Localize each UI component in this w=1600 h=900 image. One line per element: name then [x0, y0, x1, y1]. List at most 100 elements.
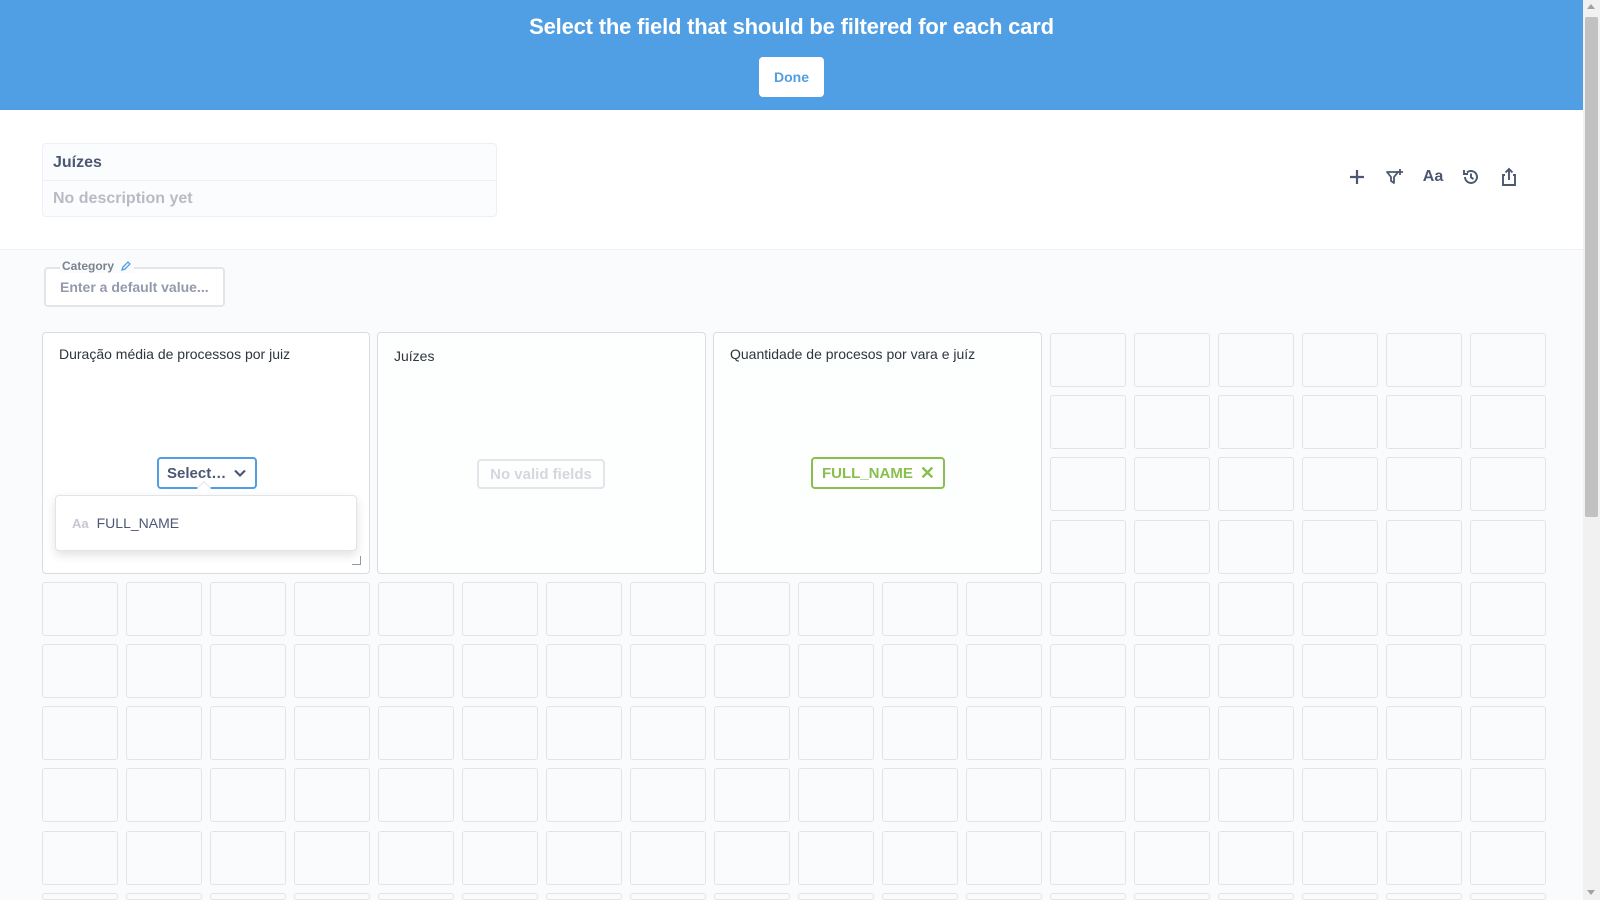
resize-handle[interactable]	[352, 556, 361, 565]
grid-placeholder-cell	[1302, 644, 1378, 698]
grid-placeholder-cell	[1134, 395, 1210, 449]
grid-placeholder-cell	[294, 831, 370, 885]
grid-placeholder-cell	[1134, 706, 1210, 760]
grid-placeholder-cell	[462, 644, 538, 698]
grid-placeholder-cell	[882, 831, 958, 885]
banner-title: Select the field that should be filtered…	[529, 14, 1054, 39]
grid-placeholder-cell	[1386, 644, 1462, 698]
grid-placeholder-cell	[630, 893, 706, 900]
grid-placeholder-cell	[462, 706, 538, 760]
grid-placeholder-cell	[630, 644, 706, 698]
grid-placeholder-cell	[294, 768, 370, 822]
filter-add-icon[interactable]	[1383, 165, 1407, 189]
grid-placeholder-cell	[882, 644, 958, 698]
grid-placeholder-cell	[1386, 333, 1462, 387]
grid-placeholder-cell	[294, 893, 370, 900]
grid-placeholder-cell	[1302, 582, 1378, 636]
grid-placeholder-cell	[1134, 582, 1210, 636]
scrollbar-thumb[interactable]	[1585, 17, 1598, 517]
grid-placeholder-cell	[714, 706, 790, 760]
grid-placeholder-cell	[1050, 520, 1126, 574]
grid-placeholder-cell	[798, 582, 874, 636]
parameter-label-text: Category	[62, 259, 115, 273]
grid-placeholder-cell	[1302, 831, 1378, 885]
pencil-icon[interactable]	[120, 260, 132, 272]
card-title: Quantidade de procesos por vara e juíz	[730, 346, 976, 362]
plus-icon[interactable]	[1345, 165, 1369, 189]
grid-placeholder-cell	[1050, 644, 1126, 698]
grid-placeholder-cell	[966, 893, 1042, 900]
grid-placeholder-cell	[1386, 520, 1462, 574]
grid-placeholder-cell	[1470, 706, 1546, 760]
grid-placeholder-cell	[1470, 395, 1546, 449]
grid-placeholder-cell	[126, 706, 202, 760]
grid-placeholder-cell	[378, 582, 454, 636]
grid-placeholder-cell	[1218, 333, 1294, 387]
share-icon[interactable]	[1497, 165, 1521, 189]
grid-placeholder-cell	[1218, 520, 1294, 574]
grid-placeholder-cell	[1050, 831, 1126, 885]
grid-placeholder-cell	[882, 706, 958, 760]
grid-placeholder-cell	[1470, 768, 1546, 822]
grid-placeholder-cell	[1218, 457, 1294, 511]
grid-placeholder-cell	[546, 831, 622, 885]
dropdown-option-full-name[interactable]: FULL_NAME	[97, 515, 179, 531]
mapped-field-chip[interactable]: FULL_NAME ✕	[811, 457, 945, 489]
grid-placeholder-cell	[1302, 457, 1378, 511]
grid-placeholder-cell	[1302, 333, 1378, 387]
parameter-default-input[interactable]	[44, 267, 225, 307]
grid-placeholder-cell	[1470, 893, 1546, 900]
grid-placeholder-cell	[42, 706, 118, 760]
dashboard-description[interactable]: No description yet	[43, 181, 496, 217]
grid-placeholder-cell	[966, 582, 1042, 636]
grid-placeholder-cell	[1470, 644, 1546, 698]
scroll-down-icon[interactable]	[1587, 890, 1595, 895]
grid-placeholder-cell	[1470, 582, 1546, 636]
grid-placeholder-cell	[630, 768, 706, 822]
grid-placeholder-cell	[1134, 644, 1210, 698]
grid-placeholder-cell	[1218, 582, 1294, 636]
scroll-up-icon[interactable]	[1587, 4, 1595, 9]
grid-placeholder-cell	[1470, 520, 1546, 574]
grid-placeholder-cell	[1386, 395, 1462, 449]
grid-placeholder-cell	[210, 768, 286, 822]
grid-placeholder-cell	[1386, 582, 1462, 636]
dashcard-juizes: Juízes No valid fields	[377, 332, 706, 574]
dashcard-duracao-media: Duração média de processos por juiz Sele…	[42, 332, 370, 574]
grid-placeholder-cell	[1218, 831, 1294, 885]
grid-placeholder-cell	[294, 582, 370, 636]
grid-placeholder-cell	[210, 893, 286, 900]
text-icon[interactable]: Aa	[1421, 165, 1445, 189]
grid-placeholder-cell	[546, 893, 622, 900]
grid-placeholder-cell	[714, 831, 790, 885]
grid-placeholder-cell	[1218, 395, 1294, 449]
grid-placeholder-cell	[1218, 768, 1294, 822]
dashboard-name[interactable]: Juízes	[43, 144, 496, 181]
grid-placeholder-cell	[378, 893, 454, 900]
dashboard-title-box: Juízes No description yet	[42, 143, 497, 217]
field-dropdown: Aa FULL_NAME	[55, 495, 357, 551]
done-button[interactable]: Done	[759, 57, 824, 97]
grid-placeholder-cell	[1470, 457, 1546, 511]
grid-placeholder-cell	[42, 644, 118, 698]
grid-placeholder-cell	[1218, 706, 1294, 760]
grid-placeholder-cell	[294, 706, 370, 760]
grid-placeholder-cell	[882, 893, 958, 900]
parameter-label[interactable]: Category	[60, 259, 135, 273]
grid-placeholder-cell	[966, 831, 1042, 885]
grid-placeholder-cell	[1386, 706, 1462, 760]
grid-placeholder-cell	[1050, 582, 1126, 636]
chevron-down-icon	[234, 469, 246, 478]
grid-placeholder-cell	[42, 893, 118, 900]
grid-placeholder-cell	[1302, 768, 1378, 822]
grid-placeholder-cell	[210, 582, 286, 636]
grid-placeholder-cell	[1134, 333, 1210, 387]
page-scrollbar[interactable]	[1583, 0, 1600, 900]
mapped-field-label: FULL_NAME	[822, 464, 913, 482]
grid-placeholder-cell	[882, 582, 958, 636]
grid-placeholder-cell	[210, 831, 286, 885]
history-icon[interactable]	[1459, 165, 1483, 189]
no-valid-fields-badge: No valid fields	[477, 459, 605, 489]
close-icon[interactable]: ✕	[920, 464, 935, 482]
grid-placeholder-cell	[798, 831, 874, 885]
